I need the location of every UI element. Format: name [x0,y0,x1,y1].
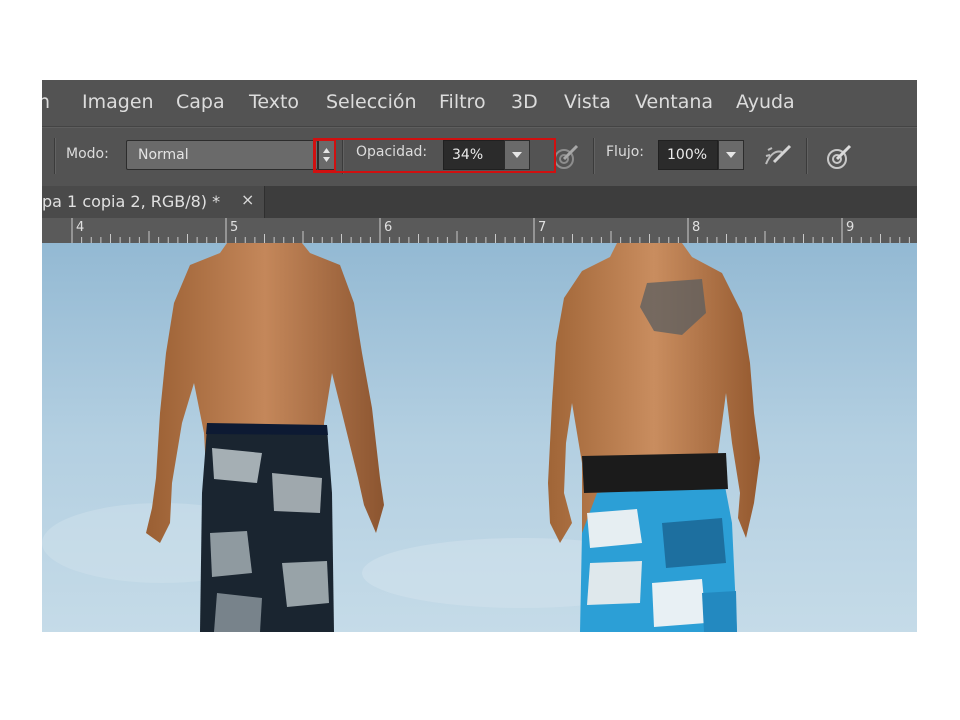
ruler-label: 5 [230,220,238,235]
ruler-label: 4 [76,220,84,235]
separator [593,138,595,174]
mode-label: Modo: [66,146,109,162]
pressure-size-icon[interactable] [823,140,855,172]
image-canvas[interactable] [42,243,917,632]
horizontal-ruler[interactable]: 4 5 6 7 8 9 [42,218,917,244]
menu-bar: n Imagen Capa Texto Selección Filtro 3D … [42,80,917,127]
menu-item-ventana[interactable]: Ventana [635,91,713,113]
flow-value: 100% [667,147,708,163]
ruler-label: 6 [384,220,392,235]
document-tab-bar: pa 1 copia 2, RGB/8) * × [42,186,917,218]
opacity-highlight-box [313,138,556,173]
flow-label: Flujo: [606,144,644,160]
menu-item-vista[interactable]: Vista [564,91,611,113]
flow-input[interactable]: 100% [658,140,718,170]
ruler-label: 9 [846,220,854,235]
document-tab[interactable]: pa 1 copia 2, RGB/8) * × [42,186,265,218]
menu-item-partial[interactable]: n [42,91,50,113]
menu-item-texto[interactable]: Texto [249,91,299,113]
stepper-highlight-box [314,139,336,172]
close-icon[interactable]: × [241,190,254,209]
menu-item-ayuda[interactable]: Ayuda [736,91,795,113]
mode-value: Normal [138,147,189,163]
flow-dropdown-button[interactable] [718,140,744,170]
menu-item-filtro[interactable]: Filtro [439,91,486,113]
beach-photo [42,243,917,632]
separator [54,138,56,174]
photoshop-window: n Imagen Capa Texto Selección Filtro 3D … [42,80,917,632]
separator [806,138,808,174]
menu-item-seleccion[interactable]: Selección [326,91,417,113]
ruler-ticks: 4 5 6 7 8 9 [71,218,910,243]
ruler-label: 8 [692,220,700,235]
chevron-down-icon [726,152,736,158]
menu-item-capa[interactable]: Capa [176,91,225,113]
ruler-label: 7 [538,220,546,235]
menu-item-imagen[interactable]: Imagen [82,91,154,113]
menu-item-3d[interactable]: 3D [511,91,538,113]
mode-select[interactable]: Normal [126,140,318,170]
document-tab-title: pa 1 copia 2, RGB/8) * [42,192,221,211]
airbrush-icon[interactable] [762,140,794,172]
